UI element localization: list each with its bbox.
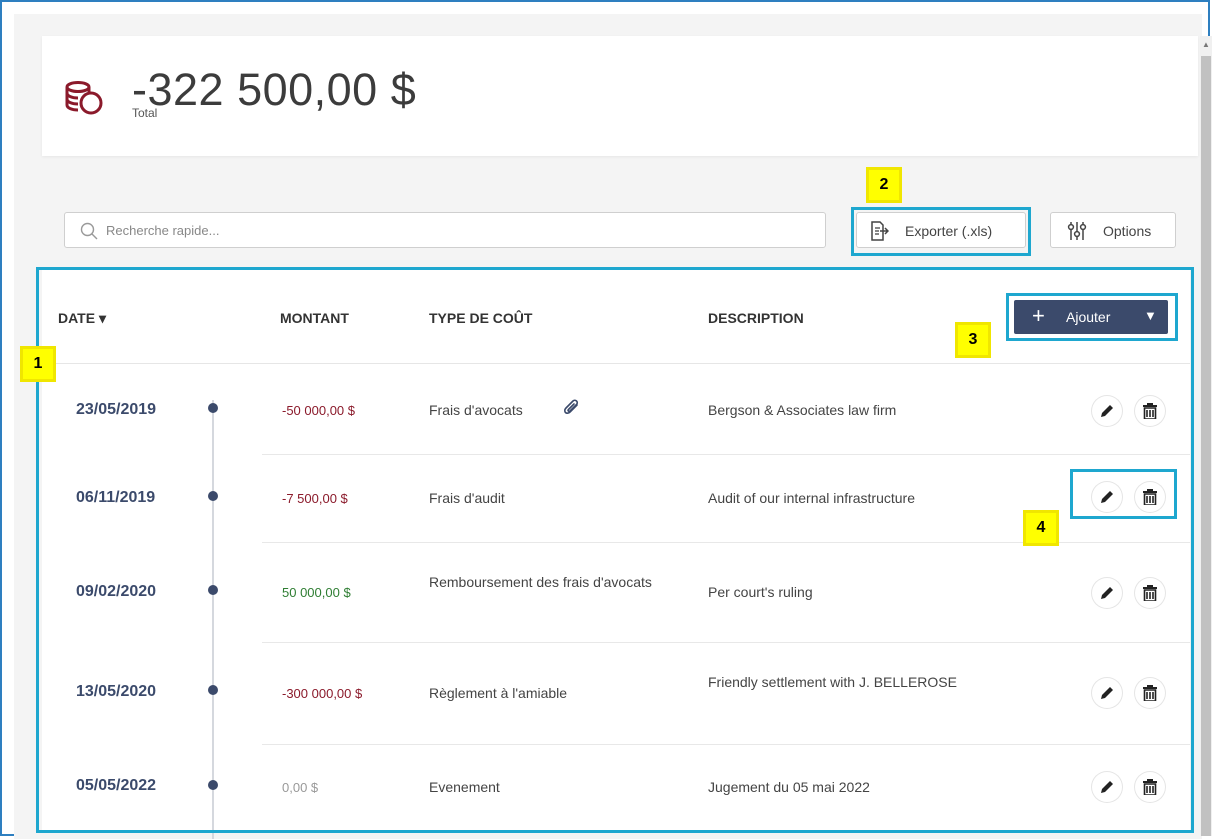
row-date: 23/05/2019 <box>76 401 157 418</box>
row-cost-type: Règlement à l'amiable <box>429 685 568 701</box>
row-description: Jugement du 05 mai 2022 <box>708 779 870 795</box>
sliders-icon <box>1067 222 1087 240</box>
export-file-icon <box>871 221 889 241</box>
row-cost-type: Frais d'avocats <box>429 402 523 418</box>
row-date: 06/11/2019 <box>76 489 156 506</box>
edit-button[interactable] <box>1092 678 1122 708</box>
row-divider <box>262 454 1190 455</box>
add-button[interactable]: + Ajouter ▼ <box>1014 300 1168 334</box>
row-cost-type: Frais d'audit <box>429 490 505 506</box>
timeline-dot <box>208 585 218 595</box>
table-header-divider <box>42 363 1190 364</box>
delete-button[interactable] <box>1135 482 1165 512</box>
total-label: Total <box>132 106 158 120</box>
timeline-dot <box>208 780 218 790</box>
trash-icon <box>1143 779 1157 795</box>
edit-button[interactable] <box>1092 578 1122 608</box>
scroll-up-arrow-icon[interactable]: ▲ <box>1201 38 1211 52</box>
trash-icon <box>1143 403 1157 419</box>
export-button-label: Exporter (.xls) <box>905 223 993 239</box>
delete-button[interactable] <box>1135 396 1165 426</box>
timeline-dot <box>208 685 218 695</box>
pencil-icon <box>1101 491 1113 503</box>
paperclip-icon[interactable] <box>562 398 582 418</box>
row-amount: -7 500,00 $ <box>282 491 348 506</box>
row-description: Friendly settlement with J. BELLEROSE <box>708 674 957 690</box>
add-button-label: Ajouter <box>1066 309 1111 325</box>
annotation-tag-1: 1 <box>20 346 56 382</box>
options-button[interactable]: Options <box>1050 212 1176 248</box>
edit-button[interactable] <box>1092 482 1122 512</box>
total-summary-card: -322 500,00 $ Total <box>42 36 1198 156</box>
annotation-tag-3: 3 <box>955 322 991 358</box>
search-placeholder: Recherche rapide... <box>106 223 220 238</box>
row-amount: -300 000,00 $ <box>282 686 363 701</box>
row-date: 05/05/2022 <box>76 777 157 794</box>
row-date: 09/02/2020 <box>76 583 157 600</box>
row-description: Audit of our internal infrastructure <box>708 490 915 506</box>
pencil-icon <box>1101 405 1113 417</box>
scrollbar-thumb[interactable] <box>1201 56 1211 836</box>
plus-icon: + <box>1032 303 1045 328</box>
dropdown-caret-icon[interactable]: ▼ <box>1144 308 1157 323</box>
row-cost-type: Evenement <box>429 779 500 795</box>
delete-button[interactable] <box>1135 578 1165 608</box>
row-divider <box>262 744 1190 745</box>
column-header-amount[interactable]: MONTANT <box>280 310 349 326</box>
trash-icon <box>1143 685 1157 701</box>
pencil-icon <box>1101 687 1113 699</box>
edit-button[interactable] <box>1092 772 1122 802</box>
options-button-label: Options <box>1103 223 1152 239</box>
column-header-cost-type[interactable]: TYPE DE COÛT <box>429 310 532 326</box>
row-date: 13/05/2020 <box>76 683 157 700</box>
total-amount: -322 500,00 $ <box>132 64 417 115</box>
column-header-date[interactable]: DATE ▾ <box>58 310 106 327</box>
search-input[interactable]: Recherche rapide... <box>64 212 826 248</box>
annotation-tag-2: 2 <box>866 167 902 203</box>
row-divider <box>262 642 1190 643</box>
trash-icon <box>1143 489 1157 505</box>
search-icon <box>80 222 98 240</box>
delete-button[interactable] <box>1135 772 1165 802</box>
trash-icon <box>1143 585 1157 601</box>
timeline-dot <box>208 491 218 501</box>
timeline-line <box>212 400 214 839</box>
row-amount: -50 000,00 $ <box>282 403 356 418</box>
row-description: Bergson & Associates law firm <box>708 402 897 418</box>
costs-table <box>42 270 1190 830</box>
coins-icon <box>65 81 103 115</box>
annotation-tag-4: 4 <box>1023 510 1059 546</box>
edit-button[interactable] <box>1092 396 1122 426</box>
delete-button[interactable] <box>1135 678 1165 708</box>
column-header-description[interactable]: DESCRIPTION <box>708 310 804 326</box>
pencil-icon <box>1101 587 1113 599</box>
row-description: Per court's ruling <box>708 584 813 600</box>
row-cost-type: Remboursement des frais d'avocats <box>429 574 652 590</box>
row-amount: 0,00 $ <box>282 780 319 795</box>
sort-desc-icon: ▾ <box>98 310 106 326</box>
pencil-icon <box>1101 781 1113 793</box>
export-xls-button[interactable]: Exporter (.xls) <box>856 212 1026 248</box>
timeline-dot <box>208 403 218 413</box>
row-amount: 50 000,00 $ <box>282 585 351 600</box>
